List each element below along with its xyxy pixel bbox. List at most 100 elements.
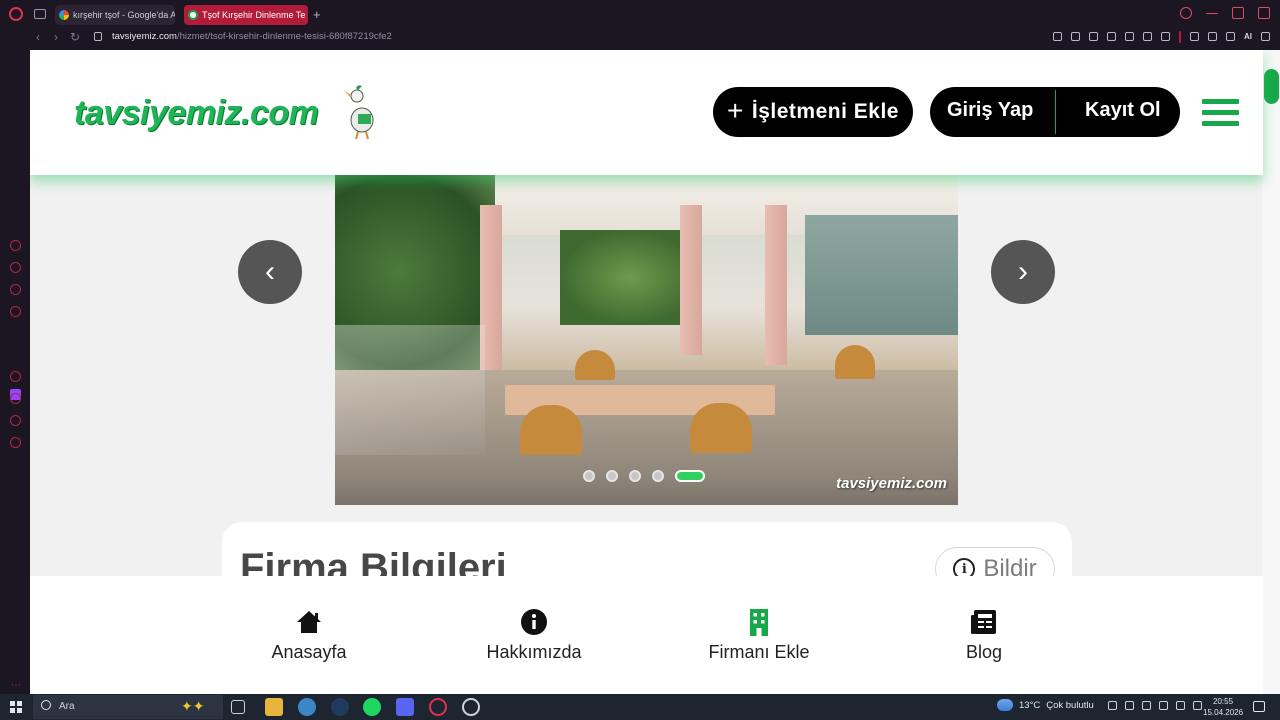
microphone-icon[interactable] bbox=[1159, 701, 1168, 710]
photo-chair bbox=[690, 403, 752, 453]
sidebar-player-icon[interactable] bbox=[10, 371, 21, 382]
volume-icon[interactable] bbox=[1193, 701, 1202, 710]
back-button[interactable]: ‹ bbox=[36, 30, 40, 44]
chevron-up-icon[interactable] bbox=[1108, 701, 1117, 710]
minimize-button[interactable] bbox=[1206, 13, 1218, 14]
url-field[interactable]: tavsiyemiz.com/hizmet/tsof-kirsehir-dinl… bbox=[112, 31, 392, 42]
plus-icon: + bbox=[727, 94, 744, 126]
carousel-dot[interactable] bbox=[583, 470, 595, 482]
carousel-dot[interactable] bbox=[606, 470, 618, 482]
photo-pillar bbox=[680, 205, 702, 355]
tab-search-icon[interactable] bbox=[1180, 7, 1192, 19]
tab-title: Tşof Kırşehir Dinlenme Te bbox=[202, 10, 306, 20]
tab-overview-icon[interactable] bbox=[34, 9, 46, 19]
sidebar-history-icon[interactable] bbox=[10, 393, 21, 404]
carousel-image: tavsiyemiz.com bbox=[335, 175, 958, 505]
clock-date: 15.04.2026 bbox=[1203, 708, 1244, 717]
opera-icon[interactable] bbox=[429, 698, 447, 716]
carousel-dot-active[interactable] bbox=[675, 470, 705, 482]
heart-icon[interactable] bbox=[1161, 32, 1170, 41]
steam-icon[interactable] bbox=[331, 698, 349, 716]
stork-mascot-icon bbox=[344, 85, 374, 140]
nav-home[interactable]: Anasayfa bbox=[229, 608, 389, 663]
image-watermark: tavsiyemiz.com bbox=[836, 475, 947, 492]
sidebar-workspaces-icon[interactable] bbox=[10, 262, 21, 273]
reload-button[interactable]: ↻ bbox=[70, 30, 80, 44]
photo-windows bbox=[805, 215, 958, 335]
home-icon bbox=[297, 611, 321, 633]
sidebar-messenger-icon[interactable] bbox=[10, 284, 21, 295]
opera-gx-icon[interactable] bbox=[462, 698, 480, 716]
wallet-icon[interactable] bbox=[1208, 32, 1217, 41]
browser-chrome: kırşehir tşof - Google'da A Tşof Kırşehi… bbox=[0, 0, 1280, 50]
nav-blog[interactable]: Blog bbox=[904, 608, 1064, 663]
tray-app-icon[interactable] bbox=[1142, 701, 1151, 710]
url-path: /hizmet/tsof-kirsehir-dinlenme-tesisi-68… bbox=[176, 31, 392, 42]
taskbar-clock[interactable]: 20:55 15.04.2026 bbox=[1203, 696, 1243, 718]
maximize-button[interactable] bbox=[1232, 7, 1244, 19]
taskbar-search[interactable]: Ara ✦✦ bbox=[33, 695, 223, 719]
site-logo[interactable]: tavsiyemiz.com bbox=[74, 94, 319, 133]
nav-home-label: Anasayfa bbox=[271, 642, 347, 662]
task-view-icon[interactable] bbox=[231, 700, 245, 714]
zoom-icon[interactable] bbox=[1071, 32, 1080, 41]
forward-button[interactable]: › bbox=[54, 30, 58, 44]
shield-icon[interactable] bbox=[1125, 32, 1134, 41]
close-window-button[interactable] bbox=[1258, 7, 1270, 19]
sidebar-music-icon[interactable] bbox=[10, 306, 21, 317]
extensions-icon[interactable] bbox=[1190, 32, 1199, 41]
auth-buttons: Giriş Yap Kayıt Ol bbox=[930, 87, 1180, 137]
tab-tavsiyemiz[interactable]: Tşof Kırşehir Dinlenme Te bbox=[184, 5, 308, 25]
add-business-button[interactable]: + İşletmeni Ekle bbox=[713, 87, 913, 137]
nav-about-label: Hakkımızda bbox=[486, 642, 582, 662]
sidebar-more-icon[interactable]: ⋯ bbox=[11, 680, 22, 691]
hamburger-menu-icon[interactable] bbox=[1202, 99, 1239, 128]
window-controls bbox=[1180, 7, 1270, 19]
discord-icon[interactable] bbox=[396, 698, 414, 716]
tray-app-icon[interactable] bbox=[1125, 701, 1134, 710]
spotify-icon[interactable] bbox=[363, 698, 381, 716]
tab-google-search[interactable]: kırşehir tşof - Google'da A bbox=[55, 5, 175, 25]
toolbar-separator bbox=[1179, 31, 1181, 43]
windows-taskbar: Ara ✦✦ 13°C Çok bulutlu 20:55 15.04.2026 bbox=[0, 694, 1280, 720]
site-favicon-icon bbox=[188, 10, 198, 20]
tab-bar: kırşehir tşof - Google'da A Tşof Kırşehi… bbox=[0, 0, 1280, 28]
site-header: tavsiyemiz.com + İşletmeni Ekle Giriş Ya… bbox=[30, 50, 1263, 175]
sidebar-extensions-icon[interactable] bbox=[10, 415, 21, 426]
download-icon[interactable] bbox=[1226, 32, 1235, 41]
scrollbar-thumb[interactable] bbox=[1264, 69, 1279, 104]
sidebar-settings-icon[interactable] bbox=[10, 437, 21, 448]
photo-garden-opening bbox=[560, 230, 700, 325]
carousel-prev-button[interactable]: ‹ bbox=[238, 240, 302, 304]
nav-add-company[interactable]: Firmanı Ekle bbox=[679, 608, 839, 663]
pin-icon[interactable] bbox=[1089, 32, 1098, 41]
photo-chair bbox=[520, 405, 582, 455]
app-icon[interactable] bbox=[298, 698, 316, 716]
new-tab-button[interactable]: + bbox=[313, 7, 321, 22]
sparkle-icon: ✦✦ bbox=[181, 698, 205, 714]
taskbar-weather[interactable]: 13°C Çok bulutlu bbox=[997, 699, 1094, 711]
snapshot-icon[interactable] bbox=[1107, 32, 1116, 41]
sidebar-aria-icon[interactable] bbox=[10, 240, 21, 251]
photo-chair bbox=[575, 350, 615, 380]
carousel-next-button[interactable]: › bbox=[991, 240, 1055, 304]
notification-icon[interactable] bbox=[1253, 701, 1265, 712]
carousel-dot[interactable] bbox=[652, 470, 664, 482]
google-favicon-icon bbox=[59, 10, 69, 20]
play-icon[interactable] bbox=[1143, 32, 1152, 41]
lock-icon[interactable] bbox=[94, 32, 102, 41]
file-explorer-icon[interactable] bbox=[265, 698, 283, 716]
menu-icon[interactable] bbox=[1261, 32, 1270, 41]
aria-ai-button[interactable]: AI bbox=[1244, 32, 1252, 43]
reader-icon[interactable] bbox=[1053, 32, 1062, 41]
nav-about[interactable]: Hakkımızda bbox=[454, 608, 614, 663]
opera-logo-icon[interactable] bbox=[9, 7, 23, 21]
page-scrollbar[interactable] bbox=[1262, 50, 1280, 694]
register-button[interactable]: Kayıt Ol bbox=[1085, 99, 1161, 122]
browser-toolbar: AI bbox=[1053, 31, 1270, 43]
login-button[interactable]: Giriş Yap bbox=[947, 99, 1033, 122]
network-icon[interactable] bbox=[1176, 701, 1185, 710]
carousel-dot[interactable] bbox=[629, 470, 641, 482]
windows-start-icon[interactable] bbox=[10, 701, 22, 713]
photo-pillar bbox=[765, 205, 787, 365]
